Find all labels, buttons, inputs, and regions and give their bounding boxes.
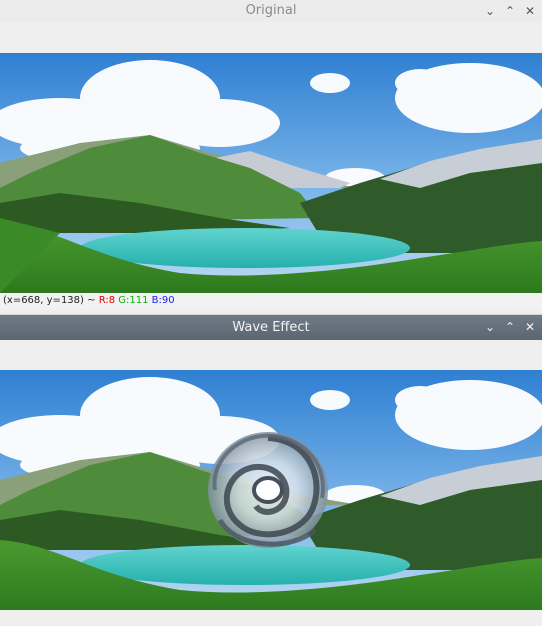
close-icon[interactable]: ✕	[524, 315, 536, 340]
original-window-title: Original	[245, 3, 297, 18]
pixel-info-statusbar: (x=668, y=138) ~ R:8 G:111 B:90	[0, 293, 542, 309]
blue-value: B:90	[151, 295, 175, 306]
original-window-controls: ⌄ ⌃ ✕	[484, 0, 536, 22]
wave-footer	[0, 610, 542, 625]
chevron-up-icon[interactable]: ⌃	[504, 315, 516, 340]
wave-effect-image[interactable]	[0, 370, 542, 610]
original-window: Original ⌄ ⌃ ✕ (x=668, y=138) ~ R:8 G:11…	[0, 0, 542, 312]
green-value: G:111	[118, 295, 149, 306]
wave-titlebar[interactable]: Wave Effect ⌄ ⌃ ✕	[0, 315, 542, 340]
wave-toolbar-area	[0, 340, 542, 370]
chevron-up-icon[interactable]: ⌃	[504, 0, 516, 22]
cursor-coords: (x=668, y=138) ~	[3, 295, 96, 306]
chevron-down-icon[interactable]: ⌄	[484, 315, 496, 340]
chevron-down-icon[interactable]: ⌄	[484, 0, 496, 22]
red-value: R:8	[98, 295, 116, 306]
original-toolbar-area	[0, 22, 542, 53]
wave-effect-window: Wave Effect ⌄ ⌃ ✕	[0, 314, 542, 626]
original-image[interactable]	[0, 53, 542, 293]
close-icon[interactable]: ✕	[524, 0, 536, 22]
wave-window-controls: ⌄ ⌃ ✕	[484, 315, 536, 340]
wave-swirl	[208, 432, 328, 548]
wave-window-title: Wave Effect	[232, 320, 310, 335]
original-titlebar[interactable]: Original ⌄ ⌃ ✕	[0, 0, 542, 22]
